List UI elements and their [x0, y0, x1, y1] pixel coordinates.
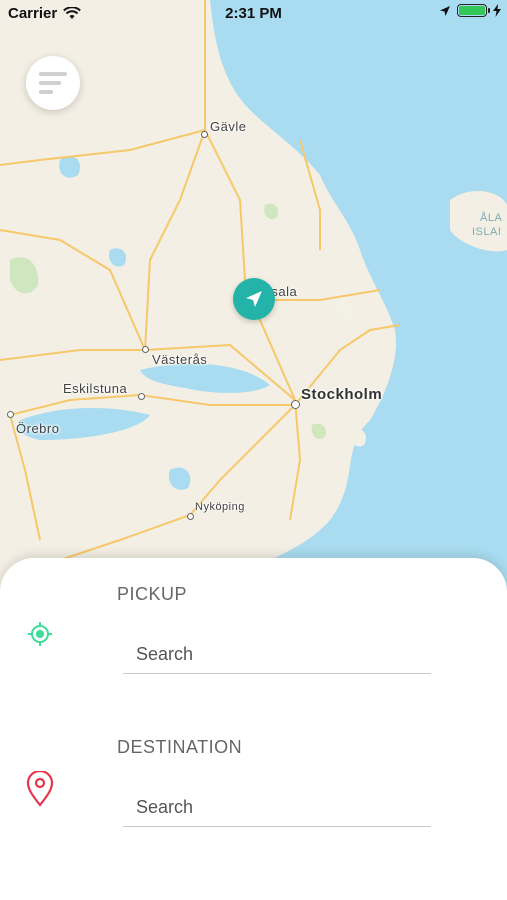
target-location-icon: [28, 622, 52, 646]
map-pin-icon: [26, 771, 54, 807]
city-label-eskilstuna: Eskilstuna: [63, 381, 128, 396]
battery-level: [459, 6, 485, 15]
city-dot-orebro: [7, 411, 14, 418]
city-label-vasteras: Västerås: [152, 352, 208, 367]
pickup-label: PICKUP: [117, 584, 188, 604]
menu-lines-icon: [39, 72, 67, 94]
navigation-arrow-icon: [246, 291, 262, 307]
city-dot-gavle: [201, 131, 208, 138]
destination-search-input[interactable]: [123, 789, 431, 827]
status-right: [439, 4, 501, 17]
city-dot-stockholm: [291, 400, 300, 409]
battery-icon: [457, 4, 490, 17]
route-panel: PICKUP DESTINATION: [0, 558, 507, 900]
city-label-orebro: Örebro: [16, 421, 60, 436]
city-label-gavle: Gävle: [210, 119, 247, 134]
status-bar: Carrier 2:31 PM: [0, 0, 507, 28]
city-label-nykoping: Nyköping: [195, 501, 245, 513]
city-dot-eskilstuna: [138, 393, 145, 400]
charging-bolt-icon: [493, 4, 501, 17]
pickup-search-input[interactable]: [123, 636, 431, 674]
city-dot-vasteras: [142, 346, 149, 353]
region-label-aland-1: ÅLA: [480, 212, 503, 224]
menu-button[interactable]: [26, 56, 80, 110]
status-time: 2:31 PM: [225, 5, 282, 22]
location-services-icon: [440, 5, 450, 16]
destination-label: DESTINATION: [117, 737, 243, 757]
current-location-button[interactable]: [233, 278, 275, 320]
region-label-aland-2: ISLAI: [472, 226, 502, 238]
city-label-stockholm: Stockholm: [301, 386, 383, 403]
city-dot-nykoping: [187, 513, 194, 520]
